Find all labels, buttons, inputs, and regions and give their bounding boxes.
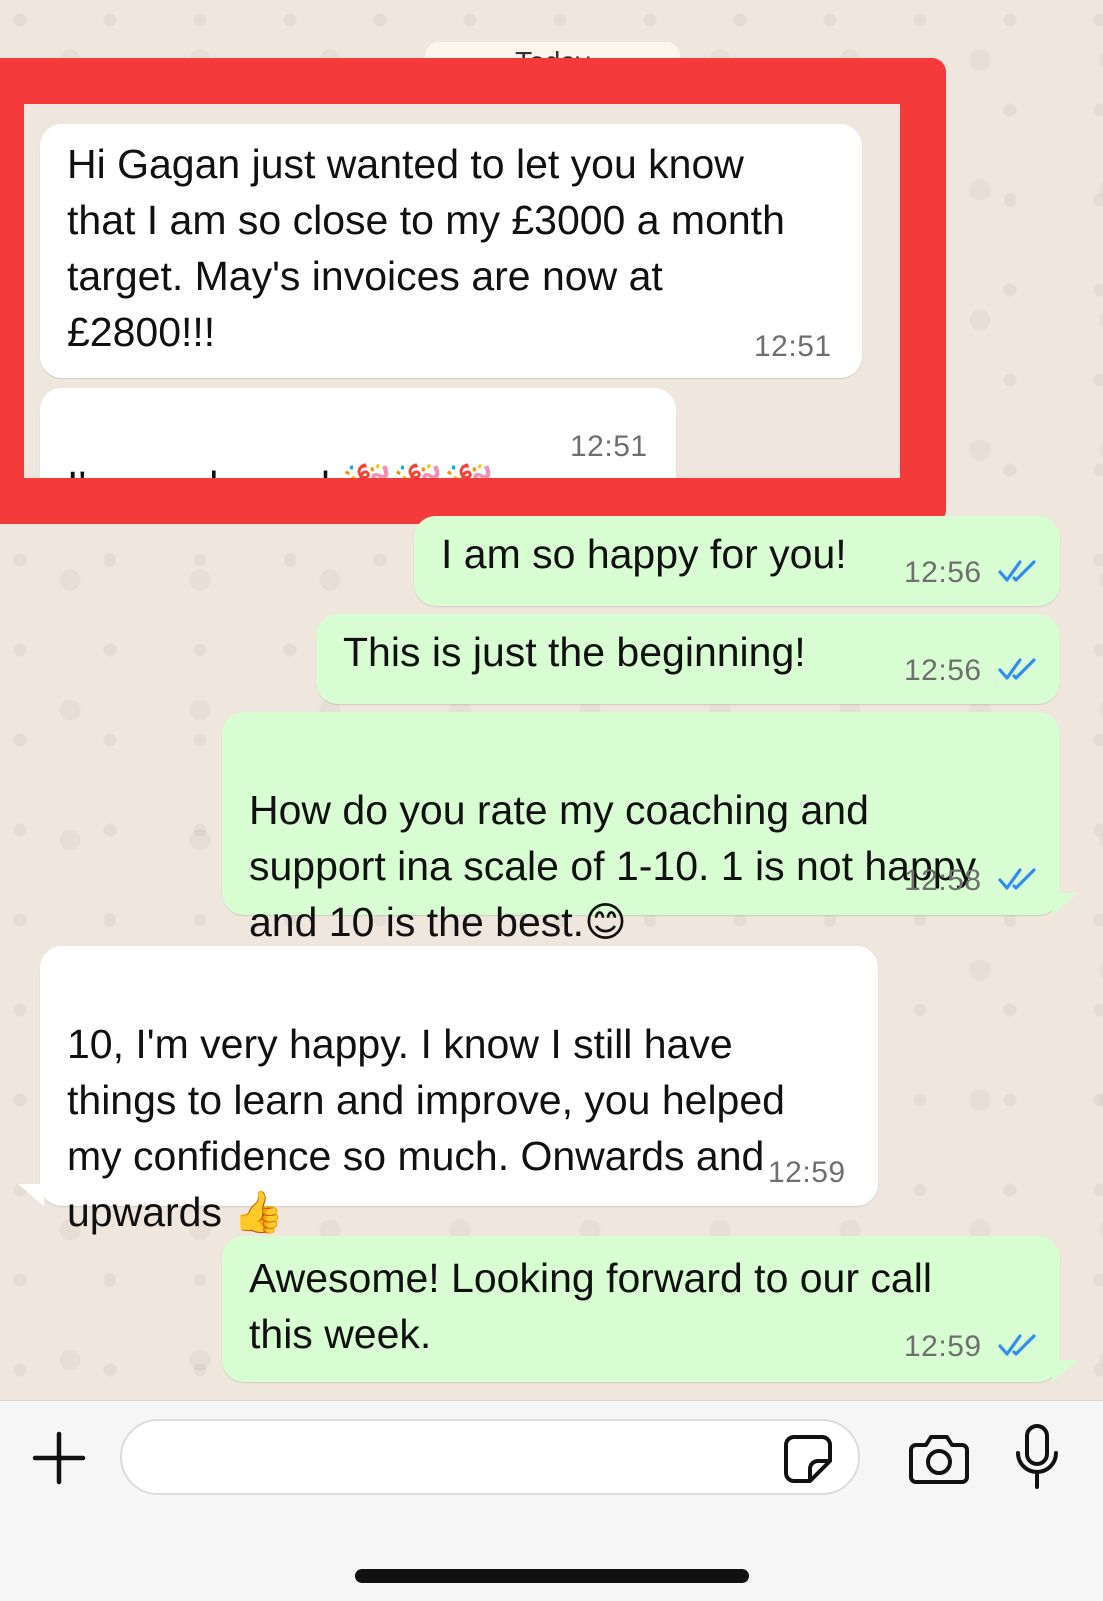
- message-time: 12:56: [904, 654, 982, 687]
- read-ticks-icon: [998, 560, 1036, 582]
- camera-icon[interactable]: [908, 1429, 970, 1487]
- message-text: I'm so pleased 🎉🎉🎉: [67, 402, 495, 478]
- bubble-tail: [18, 1184, 44, 1206]
- message-input-bar: [0, 1400, 1103, 1601]
- message-bubble-incoming[interactable]: 10, I'm very happy. I know I still have …: [40, 946, 878, 1236]
- message-bubble-incoming[interactable]: Hi Gagan just wanted to let you know tha…: [40, 124, 862, 378]
- highlight-annotation-box: Hi Gagan just wanted to let you know tha…: [0, 58, 946, 524]
- message-bubble-outgoing[interactable]: I am so happy for you! 12:56: [414, 516, 1060, 606]
- smiling-face-emoji: 😊: [584, 898, 627, 946]
- sticker-icon[interactable]: [780, 1431, 836, 1487]
- thumbs-up-emoji: 👍: [233, 1188, 285, 1236]
- message-bubble-outgoing[interactable]: This is just the beginning! 12:56: [316, 614, 1060, 704]
- message-time: 12:51: [754, 330, 832, 363]
- message-bubble-incoming[interactable]: I'm so pleased 🎉🎉🎉 12:51: [40, 388, 676, 478]
- message-bubble-outgoing[interactable]: How do you rate my coaching and support …: [222, 712, 1060, 946]
- message-time: 12:59: [768, 1156, 846, 1189]
- read-ticks-icon: [998, 1334, 1036, 1356]
- party-popper-emoji: 🎉🎉🎉: [341, 462, 494, 478]
- read-ticks-icon: [998, 868, 1036, 890]
- microphone-icon[interactable]: [1013, 1423, 1061, 1491]
- message-input[interactable]: [120, 1419, 860, 1495]
- message-time: 12:58: [904, 864, 982, 897]
- message-text: I am so happy for you!: [441, 531, 847, 577]
- message-text: This is just the beginning!: [343, 629, 806, 675]
- message-text-content: 10, I'm very happy. I know I still have …: [67, 1021, 785, 1235]
- message-text: How do you rate my coaching and support …: [249, 726, 976, 950]
- message-text: Hi Gagan just wanted to let you know tha…: [67, 141, 785, 355]
- message-text-content: I'm so pleased: [67, 463, 341, 478]
- message-text: 10, I'm very happy. I know I still have …: [67, 960, 785, 1240]
- bubble-tail: [1052, 893, 1078, 915]
- message-time: 12:56: [904, 556, 982, 589]
- message-time: 12:51: [570, 430, 648, 463]
- message-time: 12:59: [904, 1330, 982, 1363]
- plus-icon[interactable]: [30, 1429, 88, 1487]
- message-bubble-outgoing[interactable]: Awesome! Looking forward to our call thi…: [222, 1236, 1060, 1382]
- read-ticks-icon: [998, 658, 1036, 680]
- bubble-tail: [1052, 1360, 1078, 1382]
- highlight-inner-area: Hi Gagan just wanted to let you know tha…: [24, 104, 900, 478]
- message-text: Awesome! Looking forward to our call thi…: [249, 1255, 932, 1357]
- home-indicator: [355, 1569, 749, 1583]
